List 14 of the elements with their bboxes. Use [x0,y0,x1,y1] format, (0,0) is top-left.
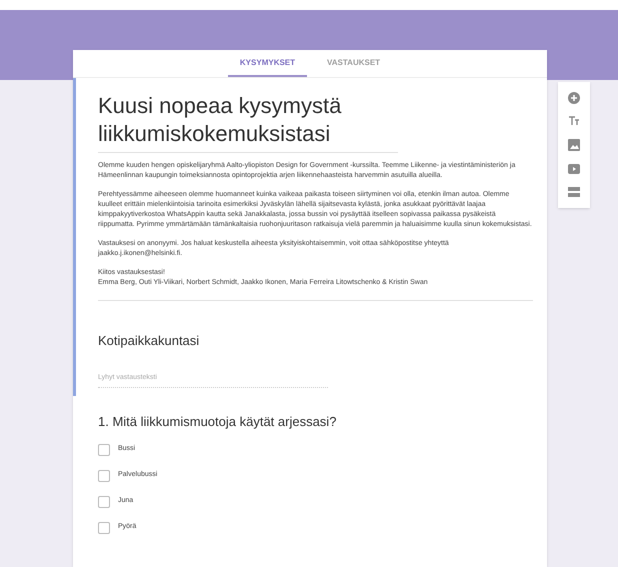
question-title: Kotipaikkakuntasi [98,332,200,350]
checkbox[interactable] [98,444,110,456]
checkbox[interactable] [98,522,110,534]
add-icon[interactable] [568,92,580,104]
checkbox[interactable] [98,470,110,482]
tab[interactable]: VASTAUKSET [315,50,392,77]
checkbox[interactable] [98,496,110,508]
video-icon[interactable] [568,162,580,175]
section-icon[interactable] [568,186,580,198]
image-icon[interactable] [568,138,580,151]
question-title: 1. Mitä liikkumismuotoja käytät arjessasi? [98,413,338,431]
tab[interactable]: KYSYMYKSET [228,50,308,77]
form-title: Kuusi nopeaa kysymystä liikkumiskokemuksistasi [98,92,398,153]
text-icon[interactable] [568,115,580,128]
